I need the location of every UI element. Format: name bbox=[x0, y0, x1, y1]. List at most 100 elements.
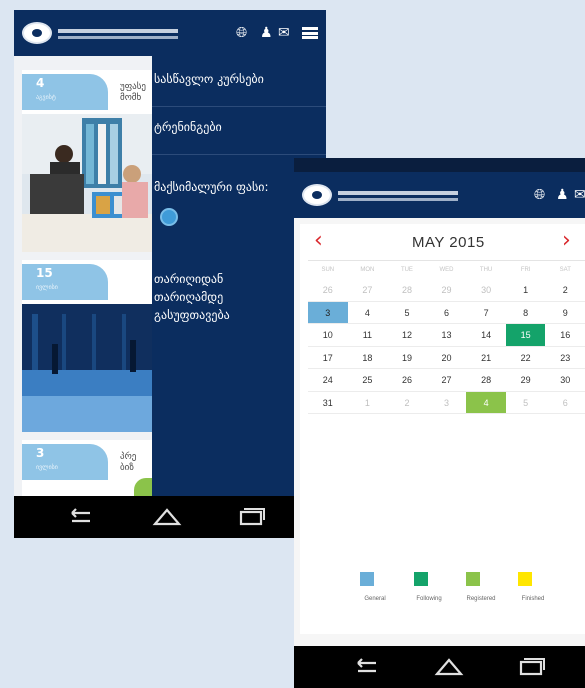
calendar-day[interactable]: 26 bbox=[308, 279, 348, 301]
calendar-week-row: 17 18 19 20 21 22 23 bbox=[308, 347, 585, 369]
calendar-day[interactable]: 3 bbox=[427, 392, 467, 414]
calendar-day[interactable]: 18 bbox=[348, 347, 388, 369]
user-icon[interactable]: ♟ bbox=[260, 25, 273, 41]
menu-item-trainings[interactable]: ტრენინგები bbox=[154, 120, 222, 134]
back-icon[interactable] bbox=[350, 654, 380, 680]
calendar-day[interactable]: 14 bbox=[466, 324, 506, 346]
menu-divider bbox=[152, 106, 326, 107]
next-month-button[interactable]: › bbox=[562, 230, 571, 252]
legend-label: Following bbox=[416, 596, 442, 602]
course-month: აგვისტ bbox=[36, 94, 56, 101]
course-photo-office bbox=[22, 114, 154, 252]
calendar-day[interactable]: 4 bbox=[348, 302, 388, 324]
course-month: ივლისი bbox=[36, 464, 58, 471]
logo-icon[interactable] bbox=[302, 184, 332, 206]
calendar-day[interactable]: 22 bbox=[506, 347, 546, 369]
calendar-day[interactable]: 11 bbox=[348, 324, 388, 346]
calendar-week-row: 26 27 28 29 30 1 2 bbox=[308, 279, 585, 302]
calendar-day[interactable]: 24 bbox=[308, 369, 348, 391]
calendar-day[interactable]: 2 bbox=[545, 279, 585, 301]
menu-item-date-from[interactable]: თარიღიდან bbox=[154, 272, 223, 286]
calendar-day[interactable]: 4 bbox=[466, 391, 506, 413]
app-header: 🌐︎ ♟ ✉ bbox=[294, 172, 585, 218]
calendar-day[interactable]: 30 bbox=[466, 279, 506, 301]
menu-divider bbox=[152, 154, 326, 155]
calendar-day[interactable]: 3 bbox=[308, 301, 348, 323]
course-title: უფასე მომხ bbox=[120, 82, 146, 103]
calendar-day[interactable]: 28 bbox=[466, 369, 506, 391]
calendar-day[interactable]: 26 bbox=[387, 369, 427, 391]
user-icon[interactable]: ♟ bbox=[556, 187, 569, 203]
calendar-day[interactable]: 5 bbox=[506, 392, 546, 414]
calendar-day[interactable]: 17 bbox=[308, 347, 348, 369]
logo-icon[interactable] bbox=[22, 22, 52, 44]
back-icon[interactable] bbox=[64, 504, 94, 530]
date-tab: 15 ივლისი bbox=[22, 264, 108, 300]
mail-icon[interactable]: ✉ bbox=[574, 187, 585, 203]
calendar-day[interactable]: 9 bbox=[545, 302, 585, 324]
legend-swatch bbox=[414, 572, 428, 586]
date-tab: 3 ივლისი bbox=[22, 444, 108, 480]
calendar-day[interactable]: 1 bbox=[348, 392, 388, 414]
prev-month-button[interactable]: ‹ bbox=[314, 230, 323, 252]
course-day: 4 bbox=[36, 76, 45, 90]
calendar-day[interactable]: 25 bbox=[348, 369, 388, 391]
calendar-day[interactable]: 23 bbox=[545, 347, 585, 369]
calendar-legend: General Following Registered Finished bbox=[350, 572, 560, 612]
calendar-day[interactable]: 30 bbox=[545, 369, 585, 391]
home-icon[interactable] bbox=[152, 504, 182, 530]
menu-item-clear[interactable]: გასუფთავება bbox=[154, 308, 230, 322]
legend-label: General bbox=[364, 596, 386, 602]
course-title: პრე ბიზ bbox=[120, 452, 137, 473]
calendar-day[interactable]: 16 bbox=[545, 324, 585, 346]
course-card[interactable]: 4 აგვისტ უფასე მომხ bbox=[22, 70, 154, 252]
calendar-day[interactable]: 6 bbox=[427, 302, 467, 324]
calendar-day[interactable]: 29 bbox=[427, 279, 467, 301]
price-slider-handle[interactable] bbox=[160, 208, 178, 226]
calendar-day[interactable]: 13 bbox=[427, 324, 467, 346]
calendar-day[interactable]: 27 bbox=[427, 369, 467, 391]
right-phone-screen: 🌐︎ ♟ ✉ ‹ MAY 2015 › SUN MON TUE WED THU … bbox=[294, 158, 585, 688]
calendar-day[interactable]: 28 bbox=[387, 279, 427, 301]
calendar-day[interactable]: 29 bbox=[506, 369, 546, 391]
menu-icon[interactable] bbox=[302, 27, 318, 39]
recent-apps-icon[interactable] bbox=[236, 504, 266, 530]
calendar-day[interactable]: 20 bbox=[427, 347, 467, 369]
calendar-grid: SUN MON TUE WED THU FRI SAT 26 27 28 29 30 1 2… bbox=[308, 260, 585, 414]
calendar-day[interactable]: 12 bbox=[387, 324, 427, 346]
calendar-day[interactable]: 2 bbox=[387, 392, 427, 414]
calendar-day[interactable]: 10 bbox=[308, 324, 348, 346]
logo-wordmark-subline bbox=[338, 198, 458, 201]
calendar-day[interactable]: 5 bbox=[387, 302, 427, 324]
legend-swatch bbox=[466, 572, 480, 586]
legend-label: Registered bbox=[466, 596, 496, 602]
calendar-week-row: 3456789 bbox=[308, 301, 585, 324]
calendar-week-row: 10 11 12 13 14 15 16 bbox=[308, 324, 585, 347]
legend-label: Finished bbox=[521, 596, 545, 602]
course-day: 15 bbox=[36, 266, 53, 280]
globe-icon[interactable]: 🌐︎ bbox=[236, 25, 247, 41]
menu-item-date-to[interactable]: თარიღამდე bbox=[154, 290, 223, 304]
recent-apps-icon[interactable] bbox=[516, 654, 546, 680]
calendar-day[interactable]: 19 bbox=[387, 347, 427, 369]
calendar-day[interactable]: 27 bbox=[348, 279, 388, 301]
calendar-day[interactable]: 7 bbox=[466, 302, 506, 324]
status-bar bbox=[294, 158, 585, 172]
calendar-week-row: 24 25 26 27 28 29 30 bbox=[308, 369, 585, 392]
calendar-day[interactable]: 21 bbox=[466, 347, 506, 369]
menu-item-courses[interactable]: სასწავლო კურსები bbox=[154, 72, 264, 86]
calendar-day[interactable]: 15 bbox=[505, 324, 546, 346]
weekday-header: SUN MON TUE WED THU FRI SAT bbox=[308, 261, 585, 279]
course-card[interactable]: 3 ივლისი პრე ბიზ bbox=[22, 440, 154, 502]
weekday-label: TUE bbox=[400, 267, 413, 273]
course-card[interactable]: 15 ივლისი bbox=[22, 260, 154, 432]
legend-swatch bbox=[360, 572, 374, 586]
course-list: 4 აგვისტ უფასე მომხ 15 ივლისი 3 ივლისი პ… bbox=[14, 56, 154, 502]
mail-icon[interactable]: ✉ bbox=[278, 25, 290, 41]
calendar-day[interactable]: 6 bbox=[545, 392, 585, 414]
calendar-day[interactable]: 8 bbox=[506, 302, 546, 324]
calendar-day[interactable]: 31 bbox=[308, 392, 348, 414]
calendar-day[interactable]: 1 bbox=[506, 279, 546, 301]
home-icon[interactable] bbox=[434, 654, 464, 680]
globe-icon[interactable]: 🌐︎ bbox=[534, 187, 545, 203]
